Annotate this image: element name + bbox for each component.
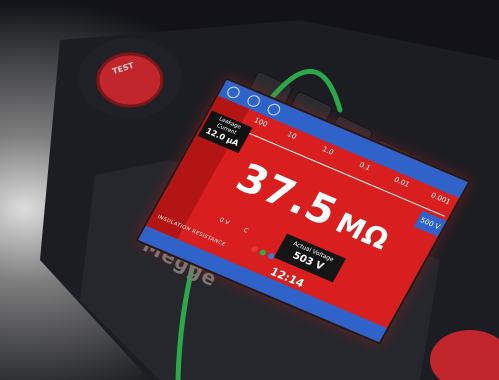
reading-unit: MΩ — [330, 206, 396, 257]
scale-tick: 10 — [285, 130, 298, 141]
red-dot-icon — [250, 245, 259, 253]
info-icon[interactable] — [265, 101, 283, 118]
status-dots — [250, 245, 276, 260]
scale-tick: 1.0 — [320, 145, 335, 157]
zero-volt-label: 0 V — [218, 216, 231, 227]
scale-tick: 0.01 — [392, 175, 411, 189]
scale-tick: 0.1 — [357, 160, 372, 173]
scale-tick: 100 — [252, 116, 269, 129]
c-label: C — [241, 226, 250, 235]
green-dot-icon — [258, 248, 268, 257]
settings-icon[interactable] — [224, 84, 242, 101]
mode-icon[interactable] — [245, 93, 263, 109]
